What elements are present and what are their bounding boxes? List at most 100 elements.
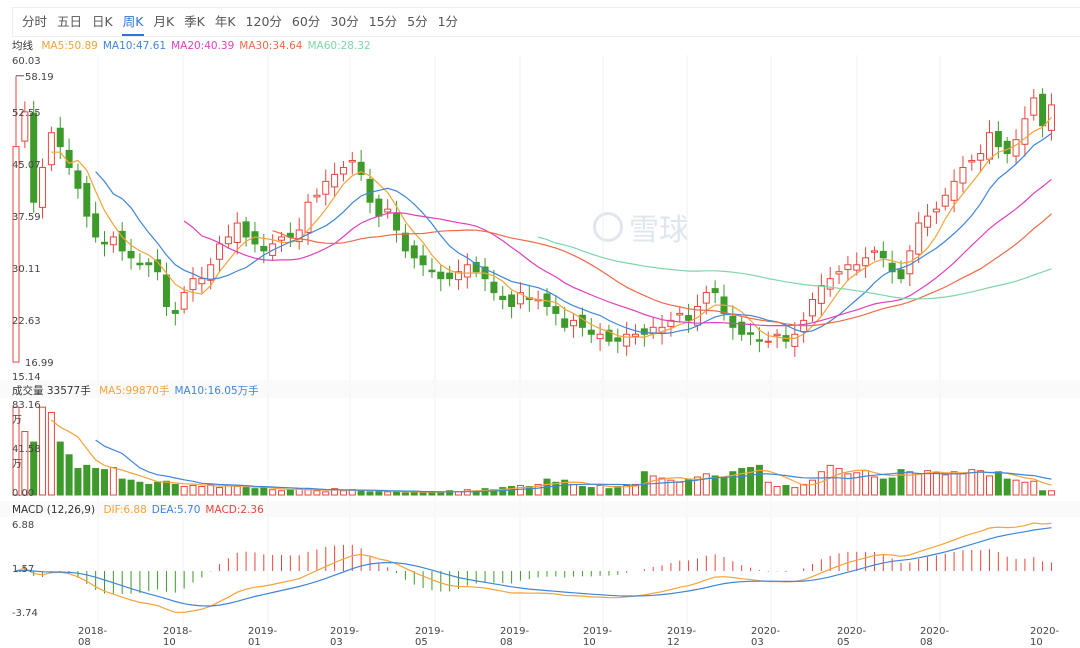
candle-up: [1030, 97, 1038, 116]
volume-bar: [339, 490, 347, 496]
volume-tick: 41.58万: [12, 444, 41, 470]
date-tick: 2020-08: [920, 626, 950, 648]
candle-down: [419, 255, 427, 266]
candle-down: [428, 269, 436, 273]
candle-down: [561, 318, 569, 328]
candle-down: [729, 315, 737, 328]
dif-line: [15, 522, 1052, 614]
volume-bar: [278, 490, 285, 496]
candle-down: [366, 178, 374, 203]
candle-up: [702, 292, 710, 304]
candle-down: [56, 127, 64, 148]
volume-bar: [888, 477, 896, 496]
volume-bar: [180, 486, 188, 496]
candle-down: [1003, 140, 1011, 155]
tab-5[interactable]: 季K: [183, 8, 206, 36]
ma5-line: [51, 116, 1052, 339]
tab-4[interactable]: 月K: [152, 8, 175, 36]
tab-0[interactable]: 分时: [21, 8, 48, 36]
tab-8[interactable]: 60分: [291, 8, 321, 36]
volume-bar: [1030, 480, 1038, 496]
volume-bar: [578, 486, 586, 496]
tab-12[interactable]: 1分: [437, 8, 459, 36]
tab-1[interactable]: 五日: [56, 8, 83, 36]
volume-bar: [269, 489, 277, 496]
tab-11[interactable]: 5分: [406, 8, 428, 36]
ma-legend: 均线 MA5:50.89 MA10:47.61 MA20:40.39 MA30:34.…: [12, 38, 376, 53]
volume-bar: [1039, 490, 1047, 496]
tab-9[interactable]: 30分: [329, 8, 359, 36]
volume-bar: [216, 487, 224, 496]
date-tick: 2020-05: [837, 626, 867, 648]
high-label: 58.19: [25, 72, 54, 83]
volume-bar: [313, 490, 321, 496]
volume-bar: [915, 473, 923, 496]
volume-bar: [233, 486, 241, 496]
candle-down: [136, 262, 144, 266]
price-tick: 30.11: [12, 264, 41, 275]
date-tick: 2019-03: [330, 626, 360, 648]
price-tick: 45.07: [12, 160, 41, 171]
volume-bar: [508, 486, 516, 496]
tab-10[interactable]: 15分: [368, 8, 398, 36]
volume-bar: [702, 473, 710, 496]
volume-bar: [924, 470, 932, 496]
volume-bar: [977, 470, 985, 496]
candle-down: [755, 339, 763, 342]
candle-down: [260, 245, 268, 252]
volume-bar: [959, 473, 967, 496]
ma30-value: MA30:34.64: [239, 40, 303, 52]
volume-bar: [658, 477, 666, 496]
candle-up: [623, 333, 631, 347]
candle-down: [145, 262, 153, 266]
kline-chart[interactable]: 58.19 16.99: [0, 0, 1080, 647]
candle-down: [65, 150, 73, 168]
period-tabs: 分时 五日 日K 周K 月K 季K 年K 120分 60分 30分 15分 5分 1分: [12, 7, 1080, 37]
macd-tick: 1.57: [12, 564, 35, 575]
candle-up: [915, 222, 923, 255]
tab-7[interactable]: 120分: [245, 8, 283, 36]
volume-bar: [817, 471, 825, 496]
dea-value: DEA:5.70: [151, 504, 201, 516]
volume-bar: [941, 474, 949, 496]
candle-up: [773, 333, 781, 337]
candle-up: [844, 264, 852, 270]
candle-up: [198, 278, 206, 285]
volume-bar: [463, 489, 471, 496]
macd-legend: MACD (12,26,9) DIF:6.88 DEA:5.70 MACD:2.36: [12, 504, 269, 516]
volume-bar: [800, 483, 808, 496]
candle-up: [47, 132, 55, 166]
ma10-value: MA10:47.61: [102, 40, 167, 52]
volume-bar: [401, 492, 409, 496]
date-tick: 2019-01: [248, 626, 278, 648]
volume-bar: [198, 486, 206, 496]
candle-up: [632, 333, 639, 337]
candle-down: [74, 170, 82, 189]
volume-bar: [101, 469, 108, 496]
volume-tick: 83.16万: [12, 400, 41, 426]
volume-bar: [136, 481, 144, 496]
candle-up: [207, 264, 215, 281]
candle-down: [1039, 93, 1047, 127]
tab-3[interactable]: 周K: [121, 8, 145, 36]
ma5-value: MA5:50.89: [41, 40, 98, 52]
volume-legend: 成交量 33577手 MA5:99870手 MA10:16.05万手: [12, 383, 264, 398]
volume-bar: [65, 454, 73, 496]
candle-down: [508, 294, 516, 307]
macd-tick: 6.88: [12, 520, 35, 531]
candle-down: [101, 241, 108, 245]
candle-down: [171, 310, 179, 314]
date-tick: 2020-10: [1030, 626, 1060, 648]
candle-up: [313, 194, 321, 198]
tab-6[interactable]: 年K: [214, 8, 237, 36]
ma60-line: [537, 236, 1052, 300]
tab-2[interactable]: 日K: [91, 8, 114, 36]
candle-up: [278, 236, 285, 241]
volume-bar: [596, 484, 604, 496]
volume-bar: [676, 481, 684, 496]
candle-down: [747, 332, 755, 335]
date-tick: 2019-05: [415, 626, 445, 648]
candle-down: [162, 274, 170, 307]
volume-bar: [738, 468, 746, 496]
volume-bar: [56, 441, 64, 496]
